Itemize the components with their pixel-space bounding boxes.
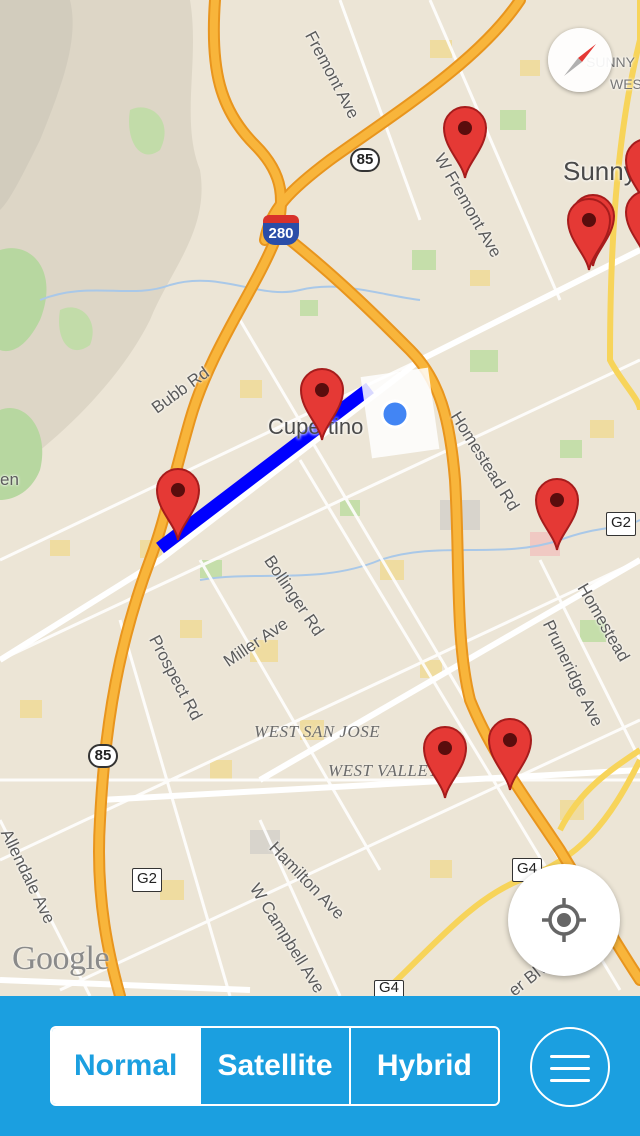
interstate-number: 280 bbox=[263, 223, 299, 245]
map-view[interactable]: Fremont Ave W Fremont Ave Homestead Rd H… bbox=[0, 0, 640, 996]
map-pin-icon[interactable] bbox=[420, 724, 470, 800]
compass-button[interactable] bbox=[548, 28, 612, 92]
map-type-segmented-control: Normal Satellite Hybrid bbox=[50, 1026, 500, 1106]
crosshair-icon bbox=[542, 898, 586, 942]
menu-button[interactable] bbox=[530, 1027, 610, 1107]
map-pin-icon[interactable] bbox=[564, 196, 614, 272]
city-label-small: WES bbox=[610, 76, 640, 92]
map-type-normal-button[interactable]: Normal bbox=[52, 1028, 200, 1104]
map-pin-icon[interactable] bbox=[485, 716, 535, 792]
map-pin-icon[interactable] bbox=[153, 466, 203, 542]
interstate-shield-280: 280 bbox=[263, 215, 299, 249]
map-pin-icon[interactable] bbox=[532, 476, 582, 552]
map-pin-icon[interactable] bbox=[622, 188, 640, 264]
current-location-dot bbox=[380, 399, 410, 429]
compass-icon bbox=[564, 44, 596, 76]
area-label-west-san-jose: WEST SAN JOSE bbox=[254, 722, 381, 741]
google-attribution: Google bbox=[12, 940, 110, 977]
map-pin-icon[interactable] bbox=[297, 366, 347, 442]
map-type-hybrid-button[interactable]: Hybrid bbox=[348, 1028, 498, 1104]
county-shield-g4: G4 bbox=[374, 980, 405, 996]
county-shield-g2: G2 bbox=[606, 512, 637, 536]
my-location-button[interactable] bbox=[508, 864, 620, 976]
county-shield-g2: G2 bbox=[132, 868, 163, 892]
highway-shield-85: 85 bbox=[350, 148, 380, 172]
road-label: en bbox=[0, 470, 19, 489]
map-type-satellite-button[interactable]: Satellite bbox=[199, 1028, 348, 1104]
highway-shield-85: 85 bbox=[88, 744, 118, 768]
map-pin-icon[interactable] bbox=[440, 104, 490, 180]
